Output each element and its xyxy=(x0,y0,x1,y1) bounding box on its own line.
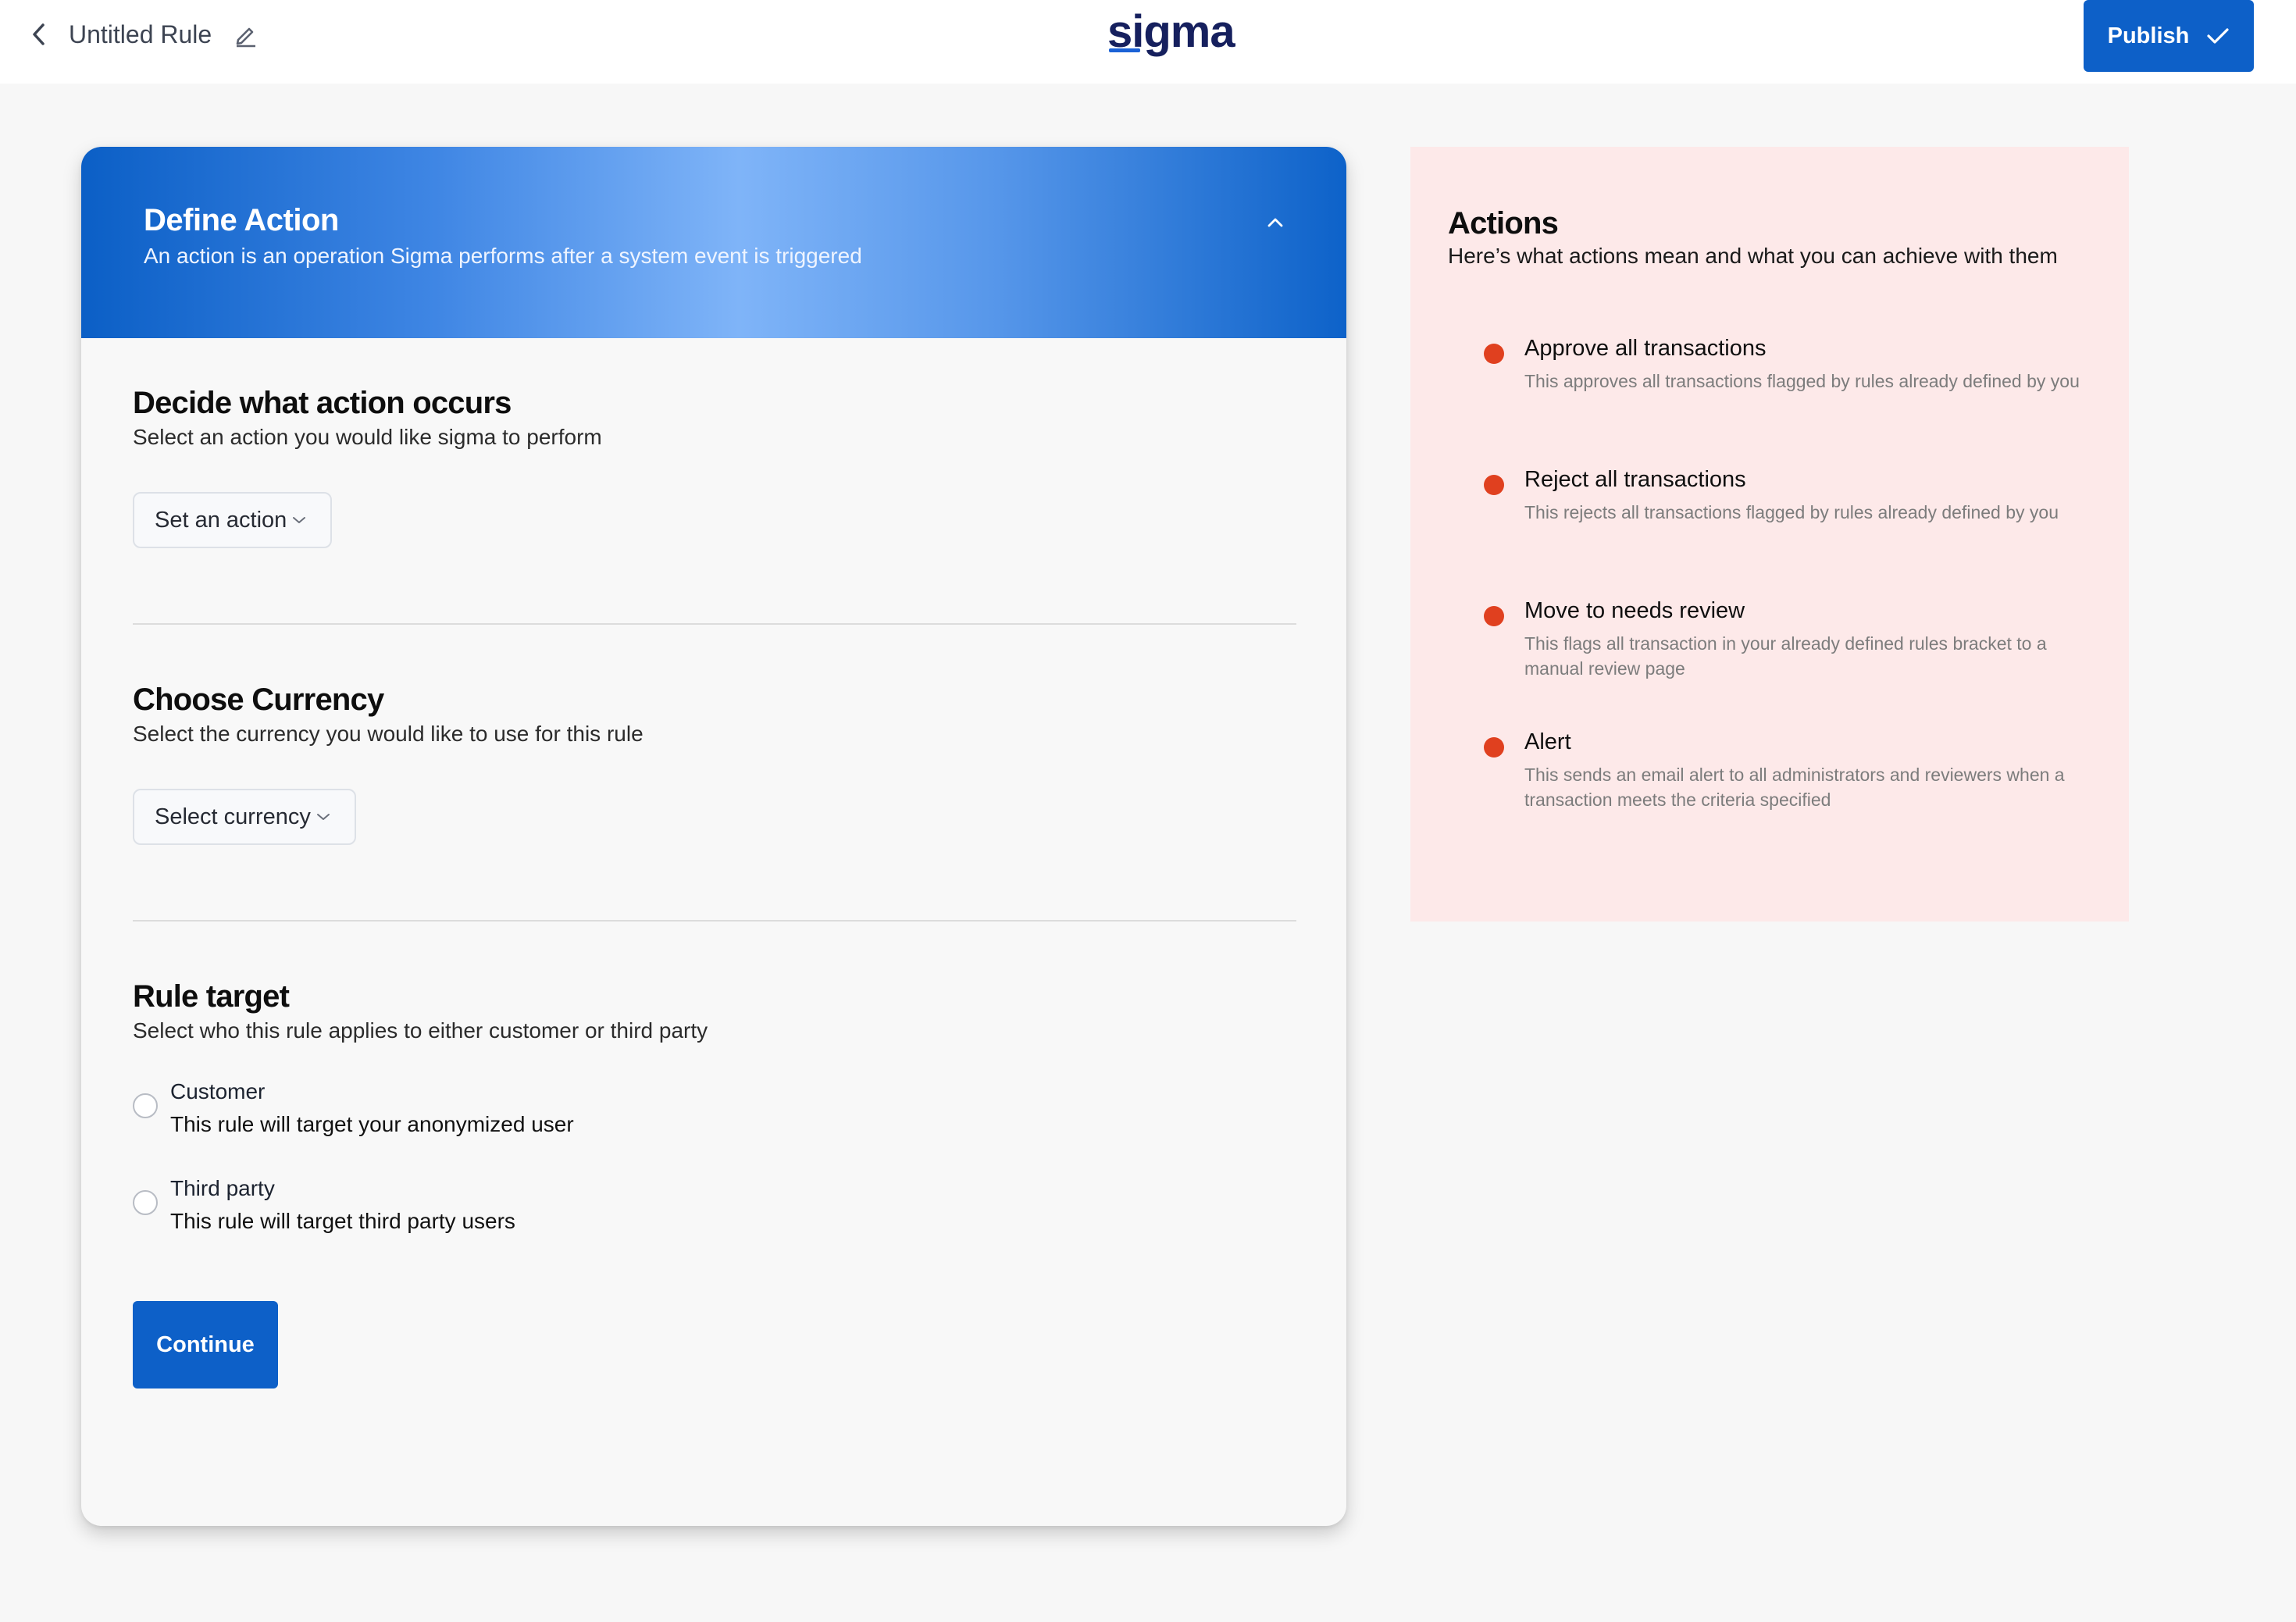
currency-section-title: Choose Currency xyxy=(133,683,384,717)
info-item-description: This approves all transactions flagged b… xyxy=(1524,371,2080,391)
info-item-title: Approve all transactions xyxy=(1524,336,1767,361)
actions-info-panel: Actions Here’s what actions mean and wha… xyxy=(1410,147,2129,922)
info-panel-subtitle: Here’s what actions mean and what you ca… xyxy=(1448,244,2058,268)
bullet-dot-icon xyxy=(1484,475,1504,495)
info-item-title: Reject all transactions xyxy=(1524,467,1746,492)
chevron-left-icon xyxy=(33,23,45,45)
action-section-title: Decide what action occurs xyxy=(133,386,512,420)
pencil-icon xyxy=(236,27,255,48)
chevron-down-icon xyxy=(316,814,330,820)
info-panel-title: Actions xyxy=(1448,206,1559,241)
collapse-button[interactable] xyxy=(1259,206,1292,239)
bullet-dot-icon xyxy=(1484,737,1504,758)
currency-select[interactable]: Select currency xyxy=(133,789,356,845)
action-select-value: Set an action xyxy=(155,507,287,533)
radio-option-description: This rule will target your anonymized us… xyxy=(170,1112,574,1136)
currency-section-subtitle: Select the currency you would like to us… xyxy=(133,722,644,746)
section-divider xyxy=(133,920,1296,922)
info-item-title: Move to needs review xyxy=(1524,598,1745,623)
chevron-up-icon xyxy=(1267,218,1283,227)
section-divider xyxy=(133,623,1296,625)
action-select[interactable]: Set an action xyxy=(133,492,333,548)
back-button[interactable] xyxy=(23,19,55,50)
radio-option-label: Customer xyxy=(170,1079,266,1103)
top-bar: Untitled Rule sigma Publish xyxy=(0,0,2296,84)
edit-title-button[interactable] xyxy=(231,20,261,50)
rule-title[interactable]: Untitled Rule xyxy=(69,19,212,50)
card-header-title: Define Action xyxy=(144,203,339,237)
radio-option-label: Third party xyxy=(170,1176,275,1200)
info-item-title: Alert xyxy=(1524,729,1571,754)
info-item-description: This sends an email alert to all adminis… xyxy=(1524,765,2065,810)
publish-button[interactable]: Publish xyxy=(2084,0,2254,72)
bullet-dot-icon xyxy=(1484,606,1504,626)
card-header-subtitle: An action is an operation Sigma performs… xyxy=(144,244,862,268)
continue-button[interactable]: Continue xyxy=(133,1301,278,1389)
radio-option-customer[interactable]: Customer This rule will target your anon… xyxy=(133,1079,758,1150)
radio-option-third-party[interactable]: Third party This rule will target third … xyxy=(133,1176,758,1246)
info-item-description: This rejects all transactions flagged by… xyxy=(1524,502,2059,522)
bullet-dot-icon xyxy=(1484,344,1504,364)
publish-label: Publish xyxy=(2107,23,2190,48)
currency-select-value: Select currency xyxy=(155,804,311,829)
radio-option-description: This rule will target third party users xyxy=(170,1209,515,1233)
info-item-description: This flags all transaction in your alrea… xyxy=(1524,633,2047,679)
target-section-title: Rule target xyxy=(133,979,290,1014)
radio-button[interactable] xyxy=(133,1093,158,1118)
card-header: Define Action An action is an operation … xyxy=(81,147,1346,338)
logo-accent xyxy=(1109,48,1140,52)
chevron-down-icon xyxy=(293,517,306,523)
define-action-card: Define Action An action is an operation … xyxy=(81,147,1346,1526)
radio-button[interactable] xyxy=(133,1190,158,1215)
target-section-subtitle: Select who this rule applies to either c… xyxy=(133,1018,708,1043)
action-section-subtitle: Select an action you would like sigma to… xyxy=(133,425,602,449)
check-icon xyxy=(2207,28,2229,44)
